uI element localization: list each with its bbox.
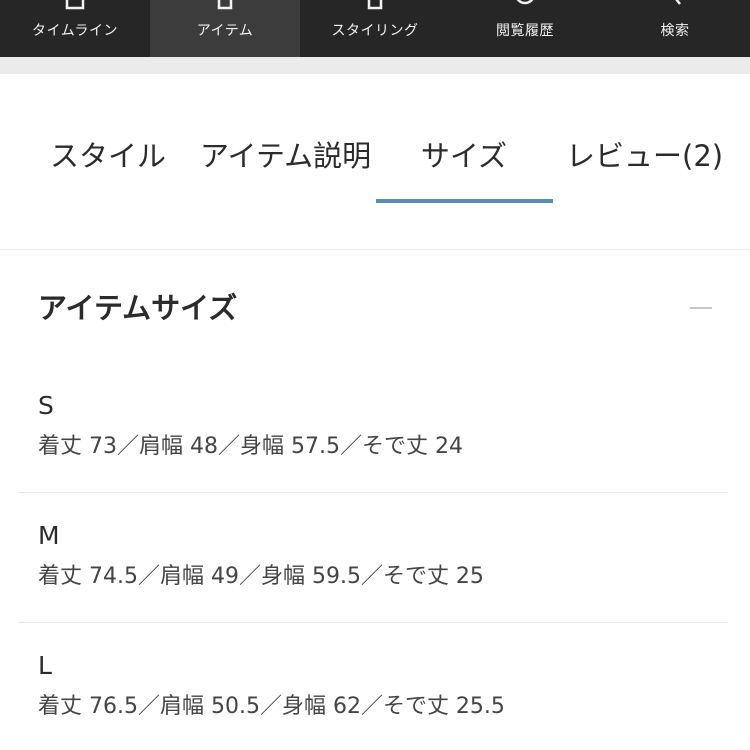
row-divider <box>18 622 728 623</box>
item-icon <box>214 0 236 10</box>
tab-size[interactable]: サイズ <box>376 136 552 176</box>
nav-label-timeline: タイムライン <box>31 23 119 39</box>
timeline-icon <box>64 0 86 10</box>
size-measurements: 着丈 76.5／肩幅 50.5／身幅 62／そで丈 25.5 <box>38 694 505 719</box>
active-tab-indicator <box>376 199 553 203</box>
size-name: M <box>38 521 60 550</box>
row-divider <box>18 492 728 493</box>
top-nav-bar: タイムライン アイテム スタイリング 閲覧履歴 検索 <box>0 0 750 57</box>
nav-divider-strip <box>0 57 750 74</box>
nav-item-history[interactable]: 閲覧履歴 <box>450 0 600 57</box>
minus-icon[interactable] <box>690 307 712 309</box>
nav-item-styling[interactable]: スタイリング <box>300 0 450 57</box>
size-measurements: 着丈 74.5／肩幅 49／身幅 59.5／そで丈 25 <box>38 564 484 589</box>
size-row-l: L 着丈 76.5／肩幅 50.5／身幅 62／そで丈 25.5 <box>0 650 750 750</box>
size-name: S <box>38 391 54 420</box>
size-measurements: 着丈 73／肩幅 48／身幅 57.5／そで丈 24 <box>38 434 463 459</box>
nav-item-timeline[interactable]: タイムライン <box>0 0 150 57</box>
item-size-header[interactable]: アイテムサイズ <box>0 250 750 360</box>
size-name: L <box>38 651 52 680</box>
nav-label-item: アイテム <box>196 23 254 39</box>
page: タイムライン アイテム スタイリング 閲覧履歴 検索 スタイル アイテム説明 サ… <box>0 0 750 750</box>
tab-item-description[interactable]: アイテム説明 <box>200 136 371 176</box>
section-title: アイテムサイズ <box>38 291 238 325</box>
nav-label-search: 検索 <box>660 23 690 39</box>
styling-icon <box>364 0 386 10</box>
detail-tab-bar: スタイル アイテム説明 サイズ レビュー(2) <box>0 74 750 250</box>
nav-label-history: 閲覧履歴 <box>496 23 554 39</box>
history-icon <box>514 0 536 10</box>
search-icon <box>664 0 686 10</box>
nav-item-search[interactable]: 検索 <box>600 0 750 57</box>
tab-style[interactable]: スタイル <box>50 136 166 176</box>
size-row-s: S 着丈 73／肩幅 48／身幅 57.5／そで丈 24 <box>0 390 750 520</box>
tab-reviews[interactable]: レビュー(2) <box>566 136 723 176</box>
size-row-m: M 着丈 74.5／肩幅 49／身幅 59.5／そで丈 25 <box>0 520 750 650</box>
nav-item-item[interactable]: アイテム <box>150 0 300 57</box>
nav-label-styling: スタイリング <box>331 23 419 39</box>
